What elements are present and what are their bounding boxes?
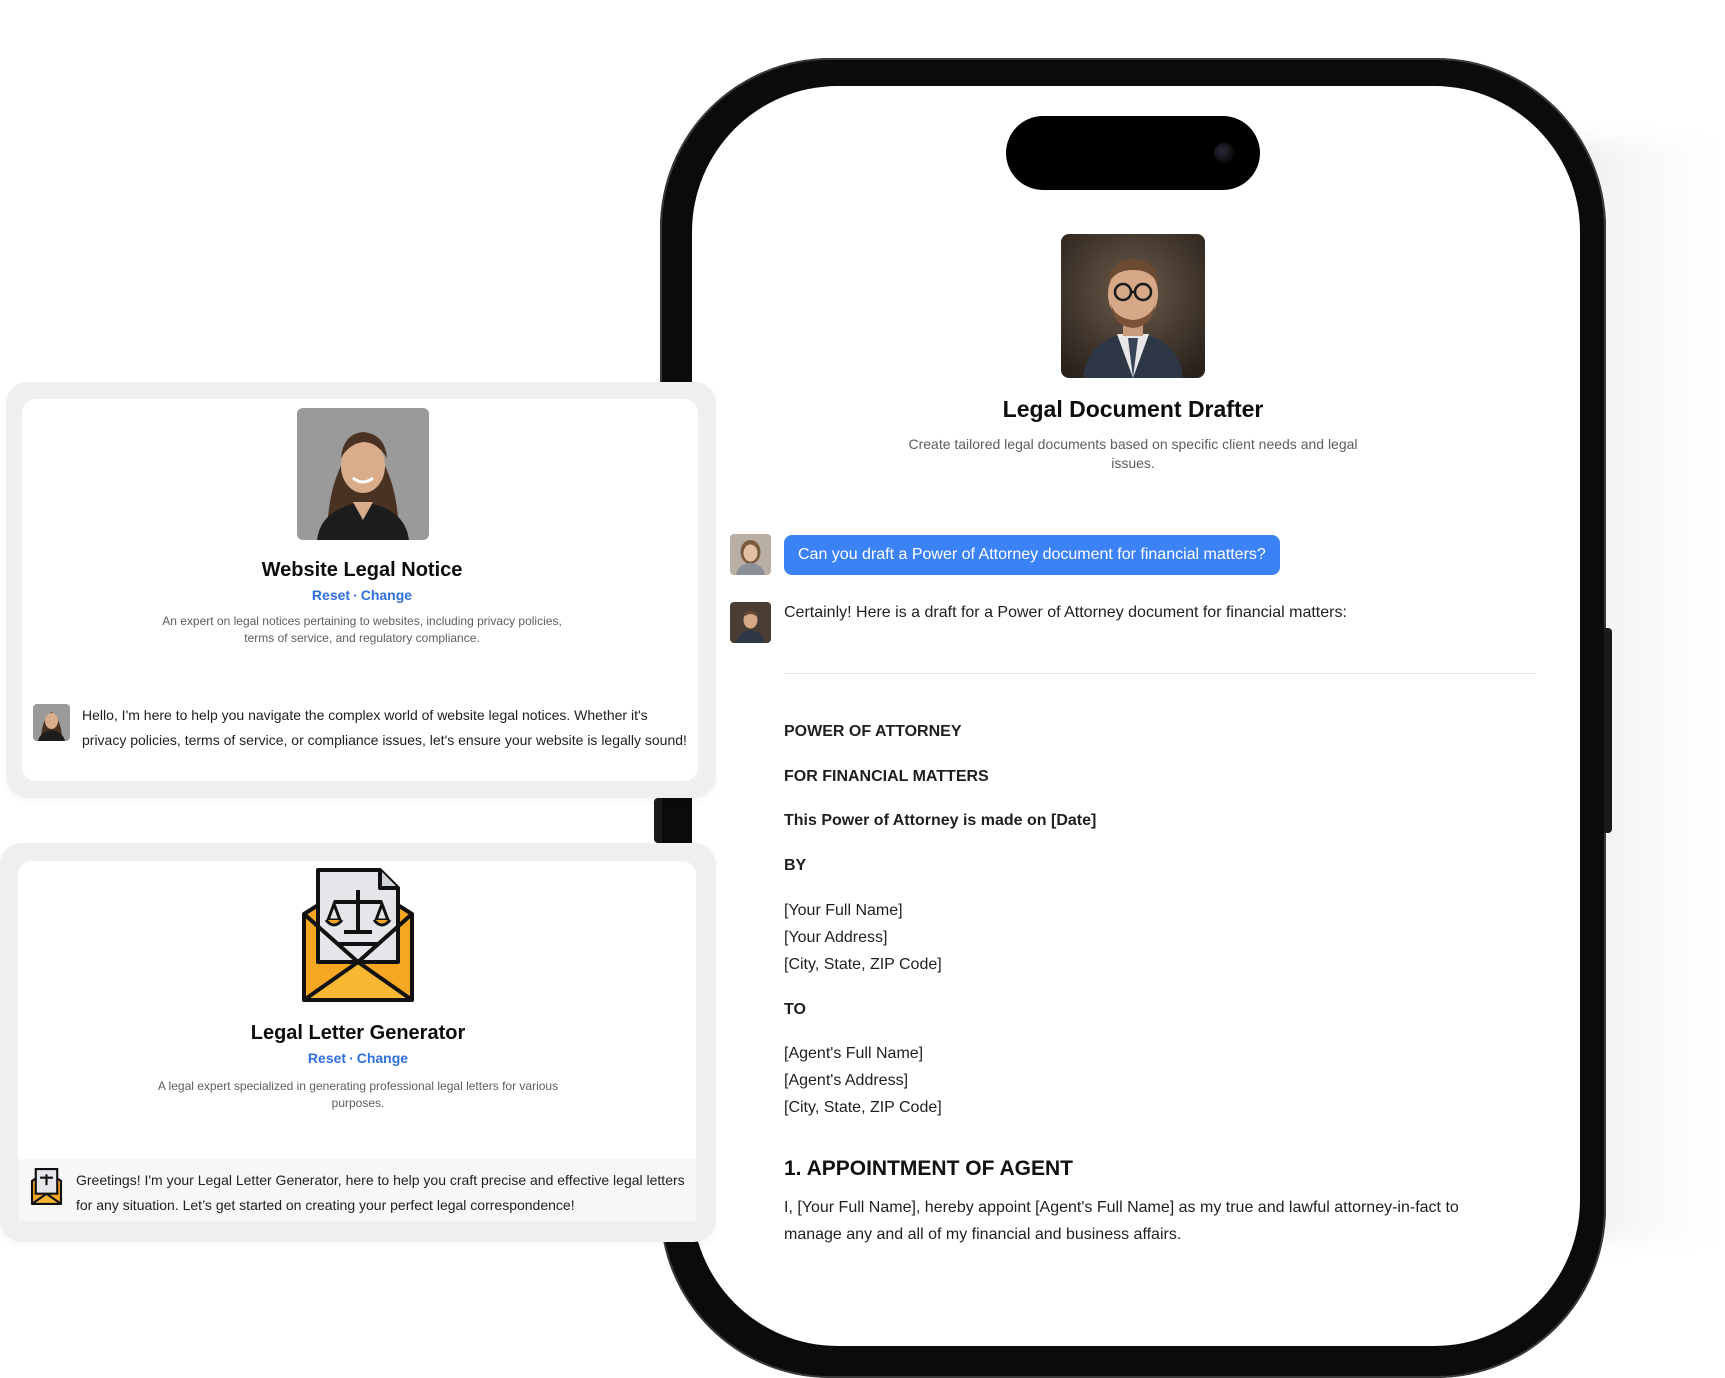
principal-name: [Your Full Name]	[784, 902, 903, 919]
document-made-on: This Power of Attorney is made on [Date]	[784, 812, 1097, 829]
phone-volume-button	[654, 798, 662, 843]
gpt-title: Legal Document Drafter	[1002, 396, 1264, 422]
woman-portrait-small-icon	[33, 704, 70, 741]
section-paragraph: I, [Your Full Name], hereby appoint [Age…	[784, 1199, 1459, 1243]
agent-city: [City, State, ZIP Code]	[784, 1099, 942, 1116]
agent-address: [Agent's Address]	[784, 1072, 909, 1089]
user-portrait-icon	[730, 534, 771, 575]
user-message-bubble: Can you draft a Power of Attorney docume…	[784, 535, 1280, 575]
card-greeting: Greetings! I'm your Legal Letter Generat…	[76, 1172, 685, 1213]
document-subtitle: FOR FINANCIAL MATTERS	[784, 768, 989, 785]
assistant-avatar-icon	[730, 602, 771, 643]
lawyer-portrait-icon	[1061, 234, 1205, 378]
legal-letter-envelope-icon	[296, 866, 420, 1004]
change-link[interactable]: Change	[357, 1050, 408, 1066]
document-divider	[784, 673, 1536, 674]
principal-city: [City, State, ZIP Code]	[784, 956, 942, 973]
card-title: Legal Letter Generator	[250, 1022, 466, 1044]
change-link[interactable]: Change	[361, 587, 412, 603]
principal-address: [Your Address]	[784, 929, 888, 946]
card-title: Website Legal Notice	[261, 559, 463, 581]
card-description: An expert on legal notices pertaining to…	[162, 614, 562, 645]
document-title: POWER OF ATTORNEY	[784, 723, 962, 740]
reset-link[interactable]: Reset	[312, 587, 350, 603]
separator: ·	[353, 587, 358, 603]
card-greeting: Hello, I'm here to help you navigate the…	[82, 707, 687, 748]
reset-link[interactable]: Reset	[308, 1050, 346, 1066]
legal-letter-small-icon	[28, 1168, 65, 1205]
card-description: A legal expert specialized in generating…	[157, 1079, 559, 1110]
by-label: BY	[784, 857, 807, 874]
card-actions: Reset · Change	[18, 1050, 698, 1066]
camera-icon	[1214, 143, 1234, 163]
phone-side-button	[1604, 628, 1612, 833]
woman-portrait-icon	[297, 408, 429, 540]
assistant-message-text: Certainly! Here is a draft for a Power o…	[784, 604, 1347, 621]
separator: ·	[349, 1050, 354, 1066]
dynamic-island	[1006, 116, 1260, 190]
section-heading: 1. APPOINTMENT OF AGENT	[784, 1157, 1073, 1180]
card-actions: Reset · Change	[22, 587, 702, 603]
to-label: TO	[784, 1001, 806, 1018]
agent-name: [Agent's Full Name]	[784, 1045, 924, 1062]
gpt-description: Create tailored legal documents based on…	[908, 436, 1358, 471]
